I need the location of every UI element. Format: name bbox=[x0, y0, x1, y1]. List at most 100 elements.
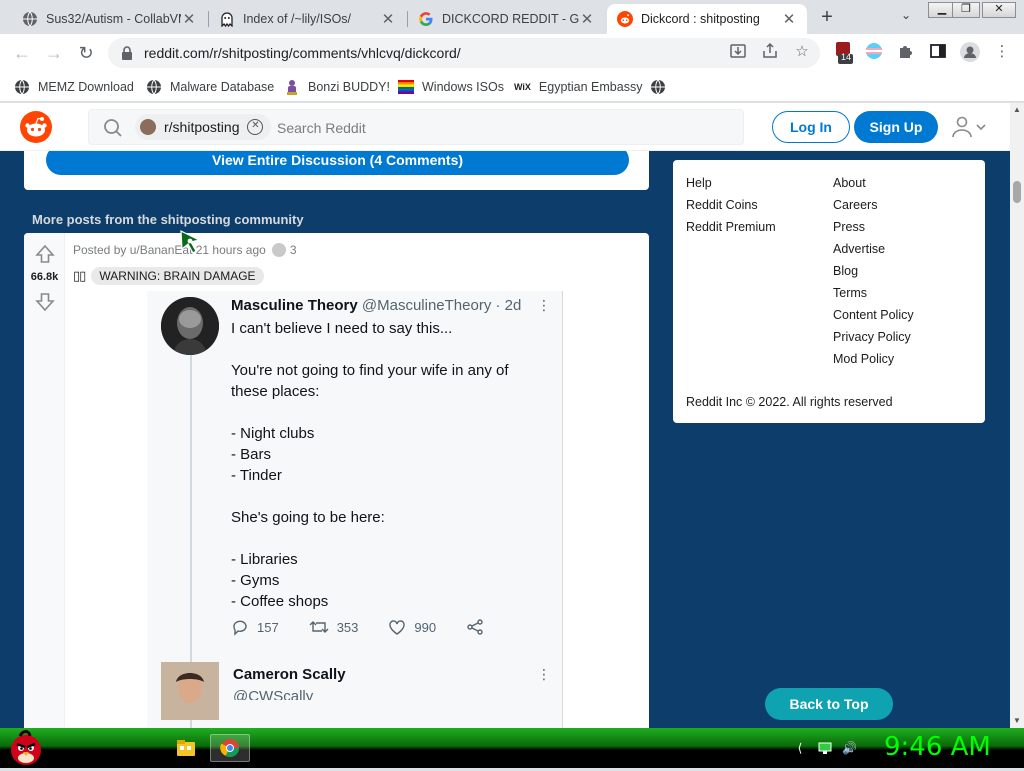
community-filter-chip[interactable]: r/shitposting ✕ bbox=[135, 114, 272, 140]
tab-search-chevron-icon[interactable]: ⌄ bbox=[896, 8, 916, 26]
bookmark-label: Egyptian Embassy bbox=[538, 80, 643, 94]
reddit-logo-icon[interactable] bbox=[20, 111, 52, 143]
new-tab-button[interactable]: + bbox=[815, 6, 839, 30]
link-privacy-policy[interactable]: Privacy Policy bbox=[833, 330, 911, 344]
bookmark-unnamed[interactable] bbox=[650, 77, 674, 97]
trans-flag-extension-icon[interactable] bbox=[864, 42, 884, 62]
tab-close-icon[interactable]: ✕ bbox=[781, 10, 797, 28]
back-to-top-button[interactable]: Back to Top bbox=[765, 688, 893, 720]
downvote-arrow-icon[interactable] bbox=[34, 291, 56, 313]
address-bar[interactable]: reddit.com/r/shitposting/comments/vhlcvq… bbox=[108, 38, 820, 68]
puzzle-extensions-icon[interactable] bbox=[896, 42, 916, 62]
extension-badge-count: 14 bbox=[841, 52, 852, 62]
login-button[interactable]: Log In bbox=[772, 111, 850, 143]
tweet-likes: 990 bbox=[388, 618, 436, 636]
taskbar-clock[interactable]: 9:46 AM bbox=[884, 732, 991, 762]
link-press[interactable]: Press bbox=[833, 220, 865, 234]
forward-arrow-icon[interactable]: → bbox=[42, 41, 66, 65]
post-card[interactable]: 66.8k Posted by u/BananEat 21 hours ago … bbox=[24, 233, 649, 728]
tab-iso-index[interactable]: Index of /~lily/ISOs/ ✕ bbox=[209, 4, 406, 34]
link-advertise[interactable]: Advertise bbox=[833, 242, 885, 256]
tweet-more-icon: ⋮ bbox=[537, 297, 551, 313]
post-author-time[interactable]: Posted by u/BananEat 21 hours ago bbox=[73, 243, 266, 257]
bookmark-label: Bonzi BUDDY! bbox=[308, 80, 390, 94]
vote-column: 66.8k bbox=[24, 233, 65, 728]
view-entire-discussion-button[interactable]: View Entire Discussion (4 Comments) bbox=[46, 151, 629, 175]
back-arrow-icon[interactable]: ← bbox=[10, 41, 34, 65]
bookmark-windows-isos[interactable]: Windows ISOs bbox=[398, 77, 504, 97]
browser-toolbar: ← → ↻ reddit.com/r/shitposting/comments/… bbox=[0, 34, 1024, 72]
bookmark-label: Windows ISOs bbox=[422, 80, 504, 94]
tweet-line: - Coffee shops bbox=[231, 593, 329, 610]
scroll-thumb[interactable] bbox=[1013, 181, 1021, 203]
tab-title: Index of /~lily/ISOs/ bbox=[243, 12, 352, 26]
tweet-screenshot-image[interactable]: Masculine Theory @MasculineTheory · 2d ⋮… bbox=[147, 291, 563, 728]
bookmark-malware-database[interactable]: Malware Database bbox=[146, 77, 274, 97]
google-icon bbox=[418, 11, 434, 27]
bookmark-memz[interactable]: MEMZ Download bbox=[14, 77, 134, 97]
link-reddit-coins[interactable]: Reddit Coins bbox=[686, 198, 758, 212]
extension-badge-icon[interactable]: 14 bbox=[834, 42, 854, 64]
bookmark-label: MEMZ Download bbox=[38, 80, 134, 94]
discussion-card: View Entire Discussion (4 Comments) bbox=[24, 151, 649, 190]
reddit-search-box[interactable]: r/shitposting ✕ Search Reddit bbox=[88, 109, 744, 145]
link-mod-policy[interactable]: Mod Policy bbox=[833, 352, 894, 366]
link-blog[interactable]: Blog bbox=[833, 264, 858, 278]
tab-collabvm[interactable]: Sus32/Autism - CollabVM ✕ bbox=[12, 4, 207, 34]
install-app-icon[interactable] bbox=[728, 42, 748, 62]
tweet-line: She's going to be here: bbox=[231, 509, 385, 526]
community-chip-label: r/shitposting bbox=[164, 119, 240, 135]
tab-reddit-active[interactable]: Dickcord : shitposting ✕ bbox=[607, 4, 807, 34]
tab-close-icon[interactable]: ✕ bbox=[579, 10, 595, 28]
award-count: 3 bbox=[289, 243, 297, 257]
profile-avatar-icon[interactable] bbox=[960, 42, 980, 62]
post-flair[interactable]: WARNING: BRAIN DAMAGE bbox=[91, 267, 264, 285]
link-terms[interactable]: Terms bbox=[833, 286, 867, 300]
tweet-line: I can't believe I need to say this... bbox=[231, 320, 453, 337]
clear-chip-icon[interactable]: ✕ bbox=[247, 119, 264, 135]
tweet-replies: 157 bbox=[231, 618, 279, 636]
award-icon[interactable] bbox=[271, 243, 286, 257]
page-scrollbar[interactable]: ▲ ▼ bbox=[1010, 103, 1024, 728]
reload-icon[interactable]: ↻ bbox=[74, 41, 98, 65]
tray-chevron-icon[interactable]: ⟨ bbox=[793, 741, 807, 755]
tab-google-search[interactable]: DICKCORD REDDIT - Goo ✕ bbox=[408, 4, 605, 34]
scroll-down-arrow-icon[interactable]: ▼ bbox=[1010, 714, 1024, 728]
side-panel-icon[interactable] bbox=[928, 42, 948, 62]
heart-icon bbox=[389, 620, 406, 635]
restore-button[interactable]: ❐ bbox=[952, 2, 980, 18]
tweet-body: I can't believe I need to say this... Yo… bbox=[231, 318, 551, 612]
link-help[interactable]: Help bbox=[686, 176, 712, 190]
bookmark-egyptian-embassy[interactable]: WiX Egyptian Embassy bbox=[514, 77, 642, 97]
share-icon[interactable] bbox=[760, 42, 780, 62]
tweet-retweets: 353 bbox=[309, 618, 358, 636]
close-window-button[interactable]: ✕ bbox=[982, 2, 1016, 18]
tweet-line: - Night clubs bbox=[231, 425, 315, 442]
reddit-page-content: View Entire Discussion (4 Comments) More… bbox=[0, 151, 1010, 728]
signup-button[interactable]: Sign Up bbox=[854, 111, 938, 143]
start-button-angry-bird-icon[interactable] bbox=[6, 728, 46, 768]
volume-icon[interactable]: 🔊 bbox=[842, 741, 857, 755]
link-about[interactable]: About bbox=[833, 176, 866, 190]
file-manager-taskbar-icon[interactable] bbox=[166, 734, 206, 762]
bookmark-star-icon[interactable]: ☆ bbox=[792, 42, 812, 62]
user-menu-dropdown[interactable] bbox=[950, 115, 990, 139]
mouse-cursor-icon bbox=[180, 230, 202, 256]
tab-close-icon[interactable]: ✕ bbox=[380, 10, 396, 28]
link-reddit-premium[interactable]: Reddit Premium bbox=[686, 220, 776, 234]
scroll-up-arrow-icon[interactable]: ▲ bbox=[1010, 103, 1024, 117]
upvote-arrow-icon[interactable] bbox=[34, 243, 56, 265]
bookmark-bonzi-buddy[interactable]: Bonzi BUDDY! bbox=[284, 77, 390, 97]
link-careers[interactable]: Careers bbox=[833, 198, 877, 212]
reply-count: 157 bbox=[257, 619, 279, 635]
network-icon[interactable] bbox=[818, 741, 832, 755]
post-title-glyphs: ▯▯ bbox=[73, 268, 86, 283]
tab-close-icon[interactable]: ✕ bbox=[181, 10, 197, 28]
chrome-menu-icon[interactable]: ⋮ bbox=[992, 42, 1012, 62]
globe-icon bbox=[14, 79, 30, 95]
globe-icon bbox=[146, 79, 162, 95]
lock-icon[interactable] bbox=[120, 46, 134, 60]
link-content-policy[interactable]: Content Policy bbox=[833, 308, 914, 322]
tweet-share-icon bbox=[466, 618, 492, 636]
chrome-taskbar-icon[interactable] bbox=[210, 734, 250, 762]
